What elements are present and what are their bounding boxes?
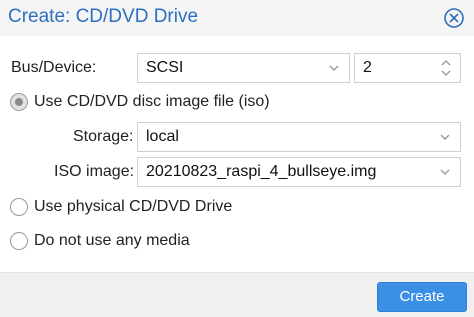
storage-select-value: local [146,128,179,145]
iso-image-select-value: 20210823_raspi_4_bullseye.img [146,163,377,180]
use-iso-label: Use CD/DVD disc image file (iso) [34,93,270,110]
bus-select[interactable]: SCSI [137,53,350,83]
spinner-arrows-icon[interactable] [440,57,452,79]
dialog-footer: Create [0,272,474,317]
chevron-down-icon [440,169,450,175]
dialog-title: Create: CD/DVD Drive [8,6,199,27]
bus-select-value: SCSI [146,59,184,76]
storage-label: Storage: [73,128,134,145]
use-iso-radio[interactable] [10,93,28,111]
chevron-down-icon [440,134,450,140]
no-media-radio[interactable] [10,232,28,250]
chevron-down-icon [329,65,339,71]
use-physical-label: Use physical CD/DVD Drive [34,198,233,215]
dialog-titlebar: Create: CD/DVD Drive [0,0,474,36]
device-number-spinner[interactable]: 2 [354,53,461,83]
iso-image-select[interactable]: 20210823_raspi_4_bullseye.img [137,157,461,187]
use-physical-radio[interactable] [10,198,28,216]
create-button[interactable]: Create [377,282,467,312]
device-number-value: 2 [363,59,372,76]
close-icon[interactable] [440,4,468,32]
storage-select[interactable]: local [137,122,461,152]
iso-image-label: ISO image: [54,163,135,180]
bus-device-label: Bus/Device: [11,59,97,76]
no-media-label: Do not use any media [34,232,190,249]
